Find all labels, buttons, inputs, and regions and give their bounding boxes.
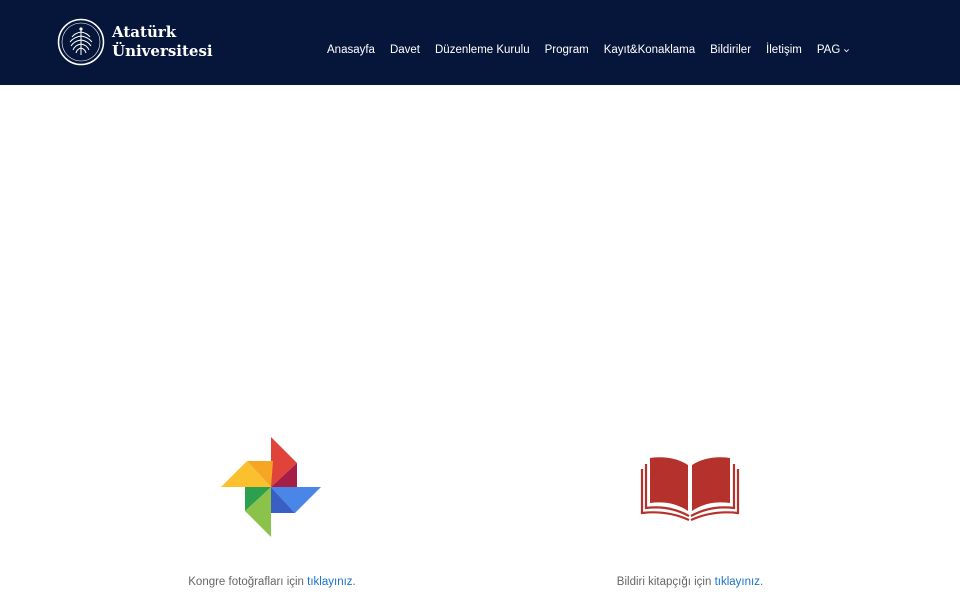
university-name: Atatürk Üniversitesi bbox=[112, 23, 213, 61]
proceedings-section: Bildiri kitapçığı için tıklayınız. bbox=[590, 436, 790, 588]
nav-duzenleme-kurulu[interactable]: Düzenleme Kurulu bbox=[435, 44, 530, 56]
photos-link[interactable]: tıklayınız bbox=[307, 576, 352, 588]
nav-anasayfa[interactable]: Anasayfa bbox=[327, 44, 375, 56]
nav-program[interactable]: Program bbox=[545, 44, 589, 56]
nav-bildiriler[interactable]: Bildiriler bbox=[710, 44, 751, 56]
photos-caption-suffix: . bbox=[352, 576, 356, 588]
site-header: Atatürk Üniversitesi Anasayfa Davet Düze… bbox=[0, 0, 960, 85]
book-caption-suffix: . bbox=[759, 576, 764, 588]
main-nav: Anasayfa Davet Düzenleme Kurulu Program … bbox=[327, 44, 850, 56]
pinwheel-photos-icon[interactable] bbox=[221, 437, 323, 539]
nav-pag[interactable]: PAG bbox=[817, 44, 850, 56]
photos-caption-text: Kongre fotoğrafları için bbox=[188, 576, 308, 588]
university-logo[interactable]: Atatürk Üniversitesi bbox=[57, 18, 213, 66]
nav-davet[interactable]: Davet bbox=[390, 44, 420, 56]
open-book-icon[interactable] bbox=[638, 453, 742, 523]
university-seal-icon bbox=[57, 18, 105, 66]
photos-caption: Kongre fotoğrafları için tıklayınız. bbox=[160, 576, 384, 588]
book-caption: Bildiri kitapçığı için tıklayınız. bbox=[590, 576, 790, 588]
book-caption-text: Bildiri kitapçığı için bbox=[616, 576, 715, 588]
nav-pag-label: PAG bbox=[816, 44, 841, 56]
nav-iletisim[interactable]: İletişim bbox=[766, 44, 802, 56]
chevron-down-icon bbox=[844, 48, 850, 52]
photos-section: Kongre fotoğrafları için tıklayınız. bbox=[160, 436, 384, 588]
logo-line-2: Üniversitesi bbox=[112, 42, 213, 60]
logo-line-1: Atatürk bbox=[112, 23, 177, 41]
book-link[interactable]: tıklayınız bbox=[715, 576, 760, 588]
nav-kayit-konaklama[interactable]: Kayıt&Konaklama bbox=[604, 44, 695, 56]
